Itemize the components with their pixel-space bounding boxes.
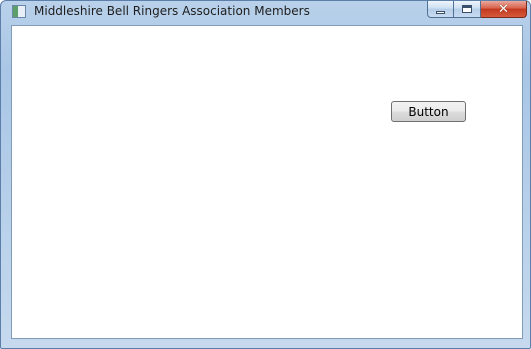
caption-buttons: ✕ <box>427 1 527 18</box>
client-area: Button <box>11 25 523 339</box>
minimize-icon <box>436 10 445 14</box>
app-window-icon[interactable] <box>12 5 26 18</box>
close-icon: ✕ <box>498 1 509 17</box>
title-bar[interactable]: Middleshire Bell Ringers Association Mem… <box>1 1 530 25</box>
window-title: Middleshire Bell Ringers Association Mem… <box>34 4 310 18</box>
button[interactable]: Button <box>391 101 466 122</box>
app-window: Middleshire Bell Ringers Association Mem… <box>0 0 531 349</box>
maximize-button[interactable] <box>454 1 481 18</box>
minimize-button[interactable] <box>427 1 454 18</box>
maximize-icon <box>462 5 472 13</box>
close-button[interactable]: ✕ <box>481 1 527 18</box>
